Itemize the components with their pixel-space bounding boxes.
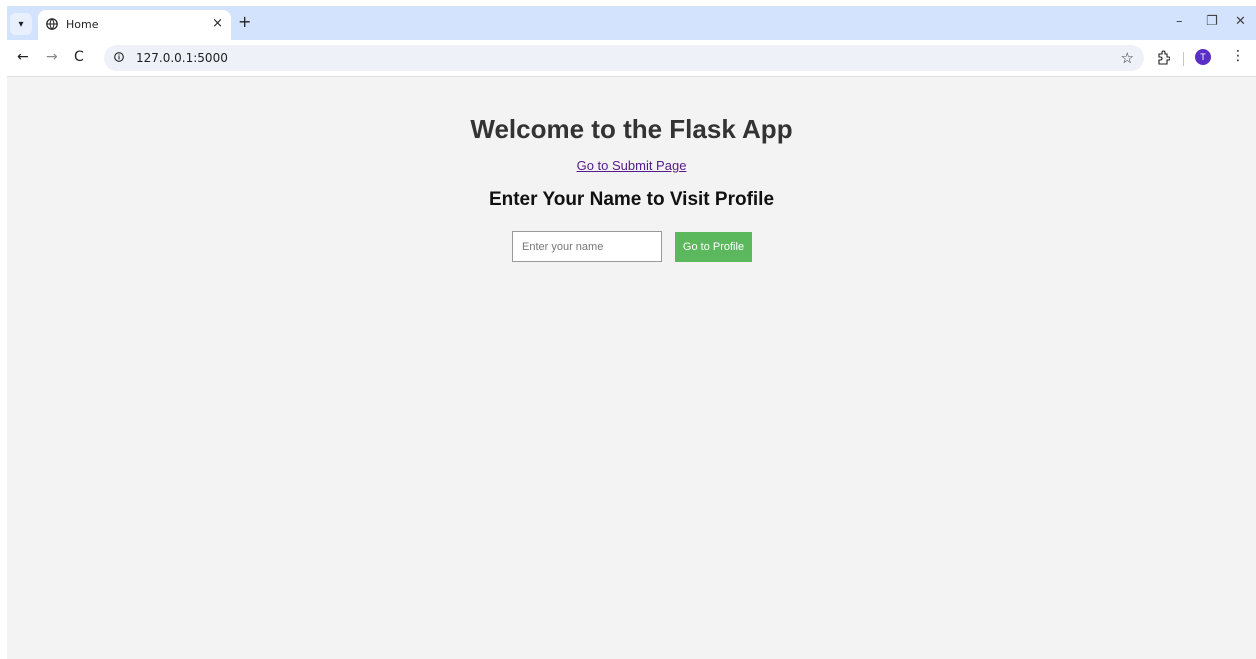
tab-close-icon[interactable]: ×: [212, 16, 223, 31]
url-text[interactable]: 127.0.0.1:5000: [136, 51, 228, 65]
chevron-down-icon: ▾: [18, 18, 24, 30]
close-window-icon[interactable]: ✕: [1235, 14, 1246, 29]
go-to-profile-button[interactable]: Go to Profile: [675, 232, 752, 262]
tab-strip: ▾ Home × + – ❐ ✕: [7, 6, 1256, 40]
info-icon[interactable]: [114, 52, 124, 62]
restore-icon[interactable]: ❐: [1206, 14, 1218, 29]
bookmark-star-icon[interactable]: ☆: [1121, 49, 1134, 67]
toolbar-divider: [1183, 52, 1184, 66]
browser-toolbar: ← → C 127.0.0.1:5000 ☆ T ⋮: [7, 40, 1256, 77]
new-tab-icon[interactable]: +: [238, 14, 251, 30]
tab-search-button[interactable]: ▾: [10, 13, 32, 35]
minimize-icon[interactable]: –: [1176, 14, 1183, 29]
profile-avatar[interactable]: T: [1195, 49, 1211, 65]
tab-home[interactable]: Home ×: [38, 10, 231, 40]
name-input[interactable]: [512, 231, 662, 262]
reload-icon[interactable]: C: [74, 49, 84, 65]
address-bar[interactable]: 127.0.0.1:5000 ☆: [104, 45, 1144, 71]
browser-window: ▾ Home × + – ❐ ✕ ← → C 127.0.0.1:5000 ☆: [7, 6, 1256, 659]
forward-icon[interactable]: →: [46, 49, 58, 65]
extensions-icon[interactable]: [1156, 50, 1170, 66]
page-title: Welcome to the Flask App: [470, 114, 793, 144]
submit-page-link[interactable]: Go to Submit Page: [577, 158, 687, 173]
submit-link-container: Go to Submit Page: [7, 158, 1256, 173]
browser-menu-icon[interactable]: ⋮: [1231, 48, 1245, 64]
page-content: Welcome to the Flask App Go to Submit Pa…: [7, 77, 1256, 659]
globe-icon: [46, 18, 58, 30]
back-icon[interactable]: ←: [17, 49, 29, 65]
tab-title: Home: [66, 18, 99, 31]
profile-section-title: Enter Your Name to Visit Profile: [488, 189, 775, 210]
